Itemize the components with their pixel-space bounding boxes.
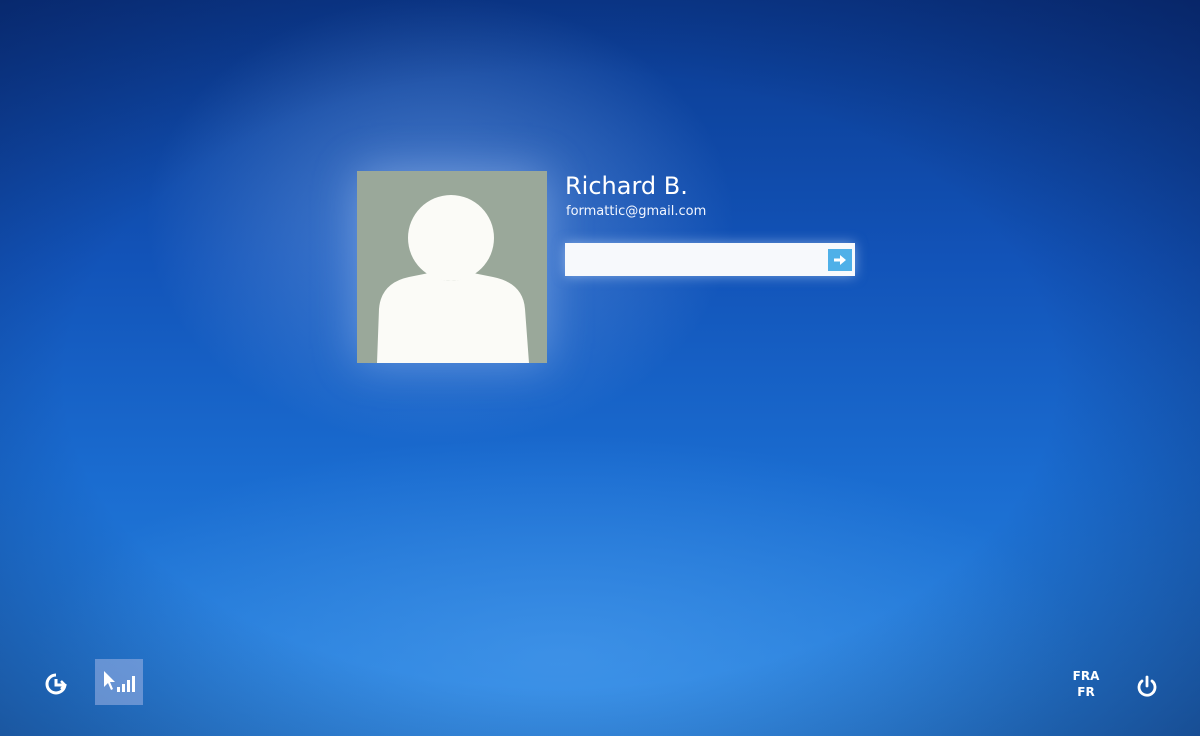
arrow-right-icon <box>834 255 846 265</box>
language-code: FRA <box>1072 669 1100 683</box>
user-silhouette-icon <box>377 195 529 363</box>
language-switcher[interactable]: FRA FR <box>1064 668 1108 708</box>
background-vignette <box>0 0 1200 736</box>
power-button[interactable] <box>1130 670 1164 704</box>
password-input[interactable] <box>565 243 823 276</box>
user-avatar <box>357 171 547 363</box>
ease-of-access-icon <box>45 673 67 695</box>
power-icon <box>1137 675 1157 697</box>
ease-of-access-button[interactable] <box>38 666 74 702</box>
password-field-container <box>565 243 855 276</box>
user-name: Richard B. <box>565 172 688 200</box>
user-email: formattic@gmail.com <box>566 204 707 219</box>
network-button[interactable] <box>95 659 143 705</box>
language-sub: FR <box>1077 685 1095 699</box>
submit-button[interactable] <box>828 249 852 271</box>
network-signal-icon <box>104 671 135 692</box>
